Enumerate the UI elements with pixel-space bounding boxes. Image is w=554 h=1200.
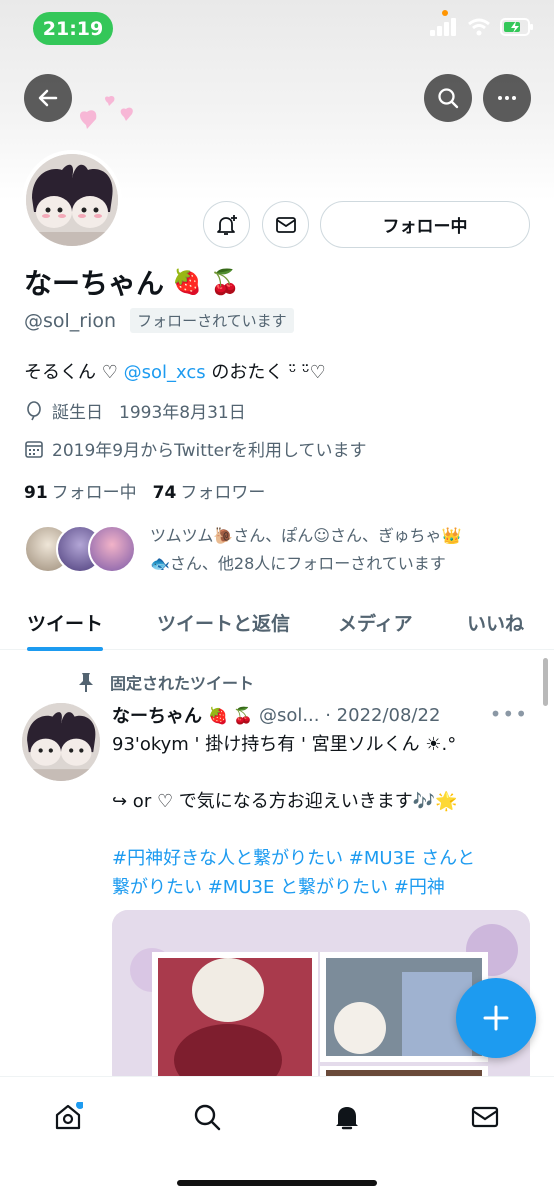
profile-tabs: ツイート ツイートと返信 メディア いいね [0,594,554,651]
tweet-line1: 93'okym ' 掛け持ち有 ' 宮里ソルくん ☀︎.° [112,734,457,755]
following-count: 91 [24,483,48,503]
scrollbar[interactable] [543,658,548,706]
birthday-value: 1993年8月31日 [119,403,246,423]
search-icon [438,88,459,109]
bell-icon [336,1107,358,1130]
tab-tweets[interactable]: ツイート [27,594,104,651]
tweet-author-emoji: 🍓 🍒 [208,705,253,725]
search-button[interactable] [424,74,472,122]
display-name-text: なーちゃん [24,267,165,300]
followers-label: フォロワー [180,483,266,503]
follow-counts: 91 フォロー中 74 フォロワー [24,478,265,503]
privacy-indicator-dot [442,10,448,16]
status-time: 21:19 [33,12,113,45]
followed-by-line2: 🐟さん、他28人にフォローされています [150,554,446,573]
following-button[interactable]: フォロー中 [320,201,530,248]
tweet-author-avatar[interactable] [22,703,100,781]
balloon-icon [27,400,41,420]
status-bar: 21:19 [0,0,554,60]
plus-icon [483,1005,509,1031]
nav-notifications[interactable] [327,1097,367,1137]
following-label: フォロー中 [51,483,137,503]
avatar-illustration [26,154,118,246]
nav-search[interactable] [187,1097,227,1137]
back-button[interactable] [24,74,72,122]
mail-icon [275,216,296,233]
tab-likes[interactable]: いいね [467,594,524,650]
followers-count: 74 [152,483,177,503]
birthday-label: 誕生日 [52,403,103,423]
calendar-icon [25,440,43,458]
bio-prefix: そるくん ♡ [24,362,124,383]
profile-avatar[interactable] [22,150,122,250]
display-name-emoji: 🍓 🍒 [172,268,241,296]
arrow-left-icon [38,89,58,107]
joined-row: 2019年9月からTwitterを利用しています [24,436,367,461]
tweet-line2: ↪ or ♡ で気になる方お迎えいきます🎶🌟 [112,791,458,812]
pin-icon [79,673,93,692]
signal-icon [430,18,456,36]
nav-messages[interactable] [465,1097,505,1137]
follows-you-badge: フォローされています [130,308,294,333]
more-horizontal-icon [498,96,516,100]
tweet-hashtags-line1[interactable]: #円神好きな人と繋がりたい #MU3E さんと [112,844,475,873]
tab-media[interactable]: メディア [338,594,413,650]
wifi-icon [468,18,490,36]
profile-bio: そるくん ♡ @sol_xcs のおたく ᵕ̈ ᵕ̈♡ [24,358,326,384]
notifications-button[interactable] [203,201,250,248]
tweet-header: なーちゃん 🍓 🍒 @sol... · 2022/08/22 [112,702,440,728]
compose-tweet-button[interactable] [456,978,536,1058]
more-options-button[interactable] [483,74,531,122]
hearts-decoration [79,96,133,129]
followed-by-text: ツムツム🐌さん、ぽん☺さん、ぎゅちゃ👑 🐟さん、他28人にフォローされています [150,522,510,578]
pinned-label: 固定されたツイート [110,674,255,693]
mail-icon [471,1106,499,1128]
message-button[interactable] [262,201,309,248]
pinned-indicator: 固定されたツイート [76,670,254,694]
home-icon [55,1102,83,1130]
home-indicator [177,1180,377,1186]
tweet-author-name[interactable]: なーちゃん [112,702,202,728]
following-count-link[interactable]: 91 フォロー中 [24,478,137,503]
avatar-illustration [22,703,100,781]
joined-text: 2019年9月からTwitterを利用しています [52,441,367,461]
bell-plus-icon [216,214,237,235]
tweet-handle-date: @sol... · 2022/08/22 [258,704,441,726]
followers-count-link[interactable]: 74 フォロワー [153,478,266,503]
bio-mention-link[interactable]: @sol_xcs [124,362,206,383]
nav-home[interactable] [48,1097,88,1137]
birthday-row: 誕生日 1993年8月31日 [24,398,246,423]
battery-charging-icon [500,18,533,36]
follower-avatar [88,525,136,573]
status-icons [430,18,534,36]
display-name: なーちゃん 🍓 🍒 [24,262,240,302]
tweet-more-icon[interactable]: ••• [490,702,528,726]
followed-by-section[interactable]: ツムツム🐌さん、ぽん☺さん、ぎゅちゃ👑 🐟さん、他28人にフォローされています [24,522,510,578]
username-handle: @sol_rion [24,309,117,332]
tab-tweets-and-replies[interactable]: ツイートと返信 [157,594,290,650]
follower-avatars [24,522,136,576]
followed-by-line1: ツムツム🐌さん、ぽん☺さん、ぎゅちゃ👑 [150,526,462,545]
bio-suffix: のおたく ᵕ̈ ᵕ̈♡ [205,362,326,383]
tweet-hashtags-line2[interactable]: 繋がりたい #MU3E と繋がりたい #円神 [112,873,445,902]
search-icon [194,1104,221,1131]
handle-row: @sol_rion フォローされています [24,308,294,333]
